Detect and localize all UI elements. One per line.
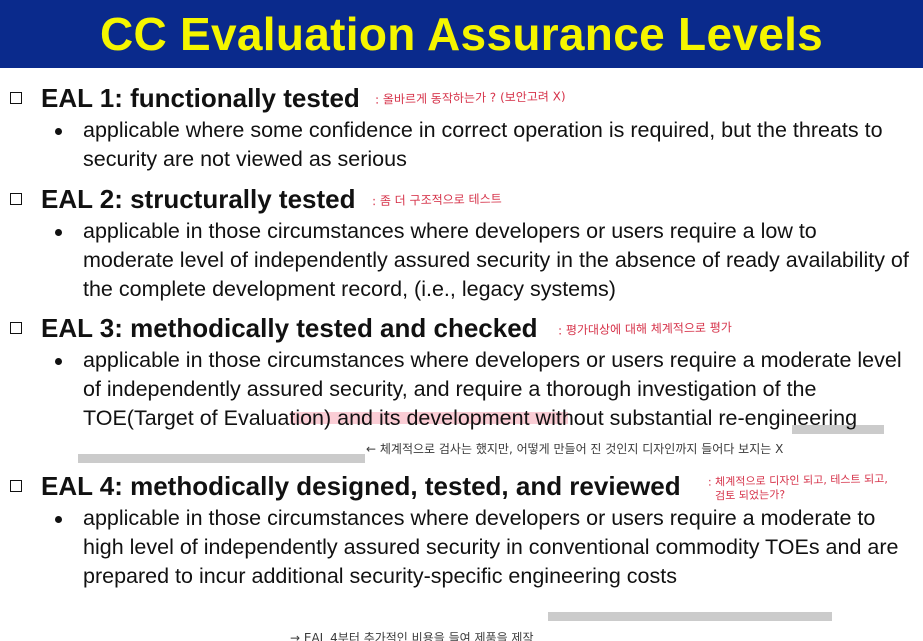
dot-bullet-icon <box>55 128 62 135</box>
level-heading: EAL 3: methodically tested and checked <box>41 313 538 343</box>
square-bullet-icon <box>10 480 22 492</box>
handwritten-note: : 체계적으로 디자인 되고, 테스트 되고, 검토 되었는가? <box>707 472 888 503</box>
level-eal2: EAL 2: structurally tested : 좀 더 구조적으로 테… <box>0 181 923 307</box>
highlight-mark <box>548 612 832 621</box>
handwritten-note: : 올바르게 동작하는가 ? (보안고려 X) <box>374 89 566 107</box>
level-eal4: EAL 4: methodically designed, tested, an… <box>0 468 923 641</box>
slide-title: CC Evaluation Assurance Levels <box>99 8 824 60</box>
dot-bullet-icon <box>55 229 62 236</box>
handwritten-note: : 좀 더 구조적으로 테스트 <box>371 191 502 209</box>
dot-bullet-icon <box>55 516 62 523</box>
level-description: applicable in those circumstances where … <box>83 348 902 430</box>
handwritten-side-note: → EAL 4부터 추가적인 비용을 들여 제품을 제작 <box>290 631 534 641</box>
level-heading: EAL 4: methodically designed, tested, an… <box>41 471 681 501</box>
level-description: applicable in those circumstances where … <box>83 219 909 301</box>
level-eal3: EAL 3: methodically tested and checked :… <box>0 310 923 464</box>
handwritten-note: : 평가대상에 대해 체계적으로 평가 <box>557 320 732 338</box>
level-eal1: EAL 1: functionally tested : 올바르게 동작하는가 … <box>0 80 923 176</box>
level-description: applicable where some confidence in corr… <box>83 118 883 171</box>
square-bullet-icon <box>10 193 22 205</box>
highlight-mark <box>78 454 365 463</box>
handwritten-side-note: ← 체계적으로 검사는 했지만, 어떻게 만들어 진 것인지 디자인까지 들어다… <box>366 442 784 456</box>
level-description: applicable in those circumstances where … <box>83 506 899 588</box>
square-bullet-icon <box>10 322 22 334</box>
level-heading: EAL 2: structurally tested <box>41 184 356 214</box>
square-bullet-icon <box>10 92 22 104</box>
dot-bullet-icon <box>55 358 62 365</box>
level-heading: EAL 1: functionally tested <box>41 83 360 113</box>
title-bar: CC Evaluation Assurance Levels <box>0 0 923 68</box>
